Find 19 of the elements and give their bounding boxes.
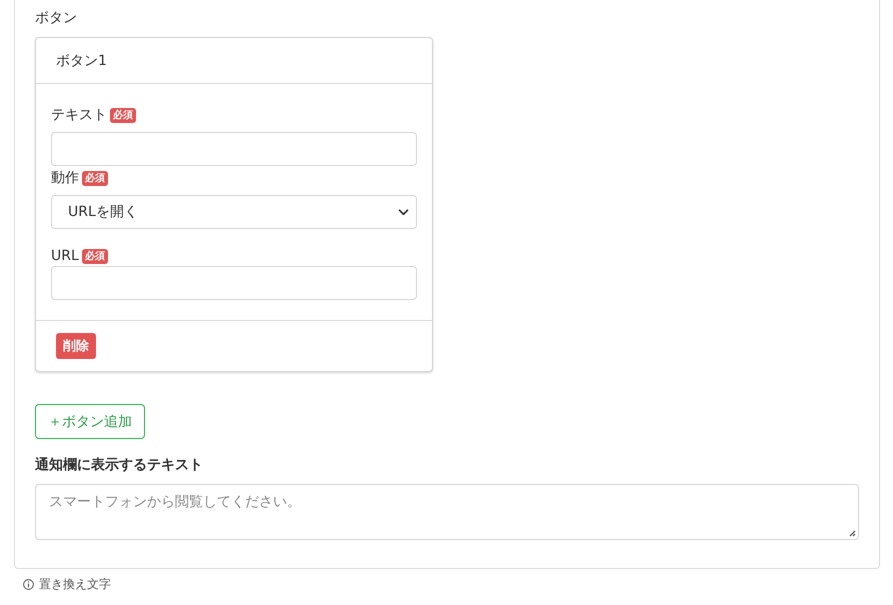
field-label: 動作	[51, 169, 79, 188]
field-label: URL	[51, 247, 79, 266]
required-badge: 必須	[82, 170, 108, 186]
footer-note: 置き換え文字	[39, 576, 111, 593]
section-label: ボタン	[35, 9, 78, 28]
notification-label: 通知欄に表示するテキスト	[35, 456, 204, 475]
input-field[interactable]	[51, 266, 417, 300]
resize-grip-icon[interactable]	[848, 529, 856, 537]
field-label: テキスト	[51, 106, 107, 125]
input-field[interactable]	[51, 132, 417, 166]
select-dropdown[interactable]: URLを開く	[51, 195, 417, 229]
add-button[interactable]: ＋ボタン追加	[35, 404, 145, 439]
info-icon	[23, 579, 34, 590]
card-title: ボタン1	[56, 52, 107, 70]
required-badge: 必須	[82, 248, 108, 264]
textarea-field[interactable]: スマートフォンから閲覧してください。	[35, 484, 859, 540]
chevron-down-icon	[398, 208, 409, 216]
delete-button[interactable]: 削除	[56, 333, 96, 359]
required-badge: 必須	[110, 108, 136, 122]
